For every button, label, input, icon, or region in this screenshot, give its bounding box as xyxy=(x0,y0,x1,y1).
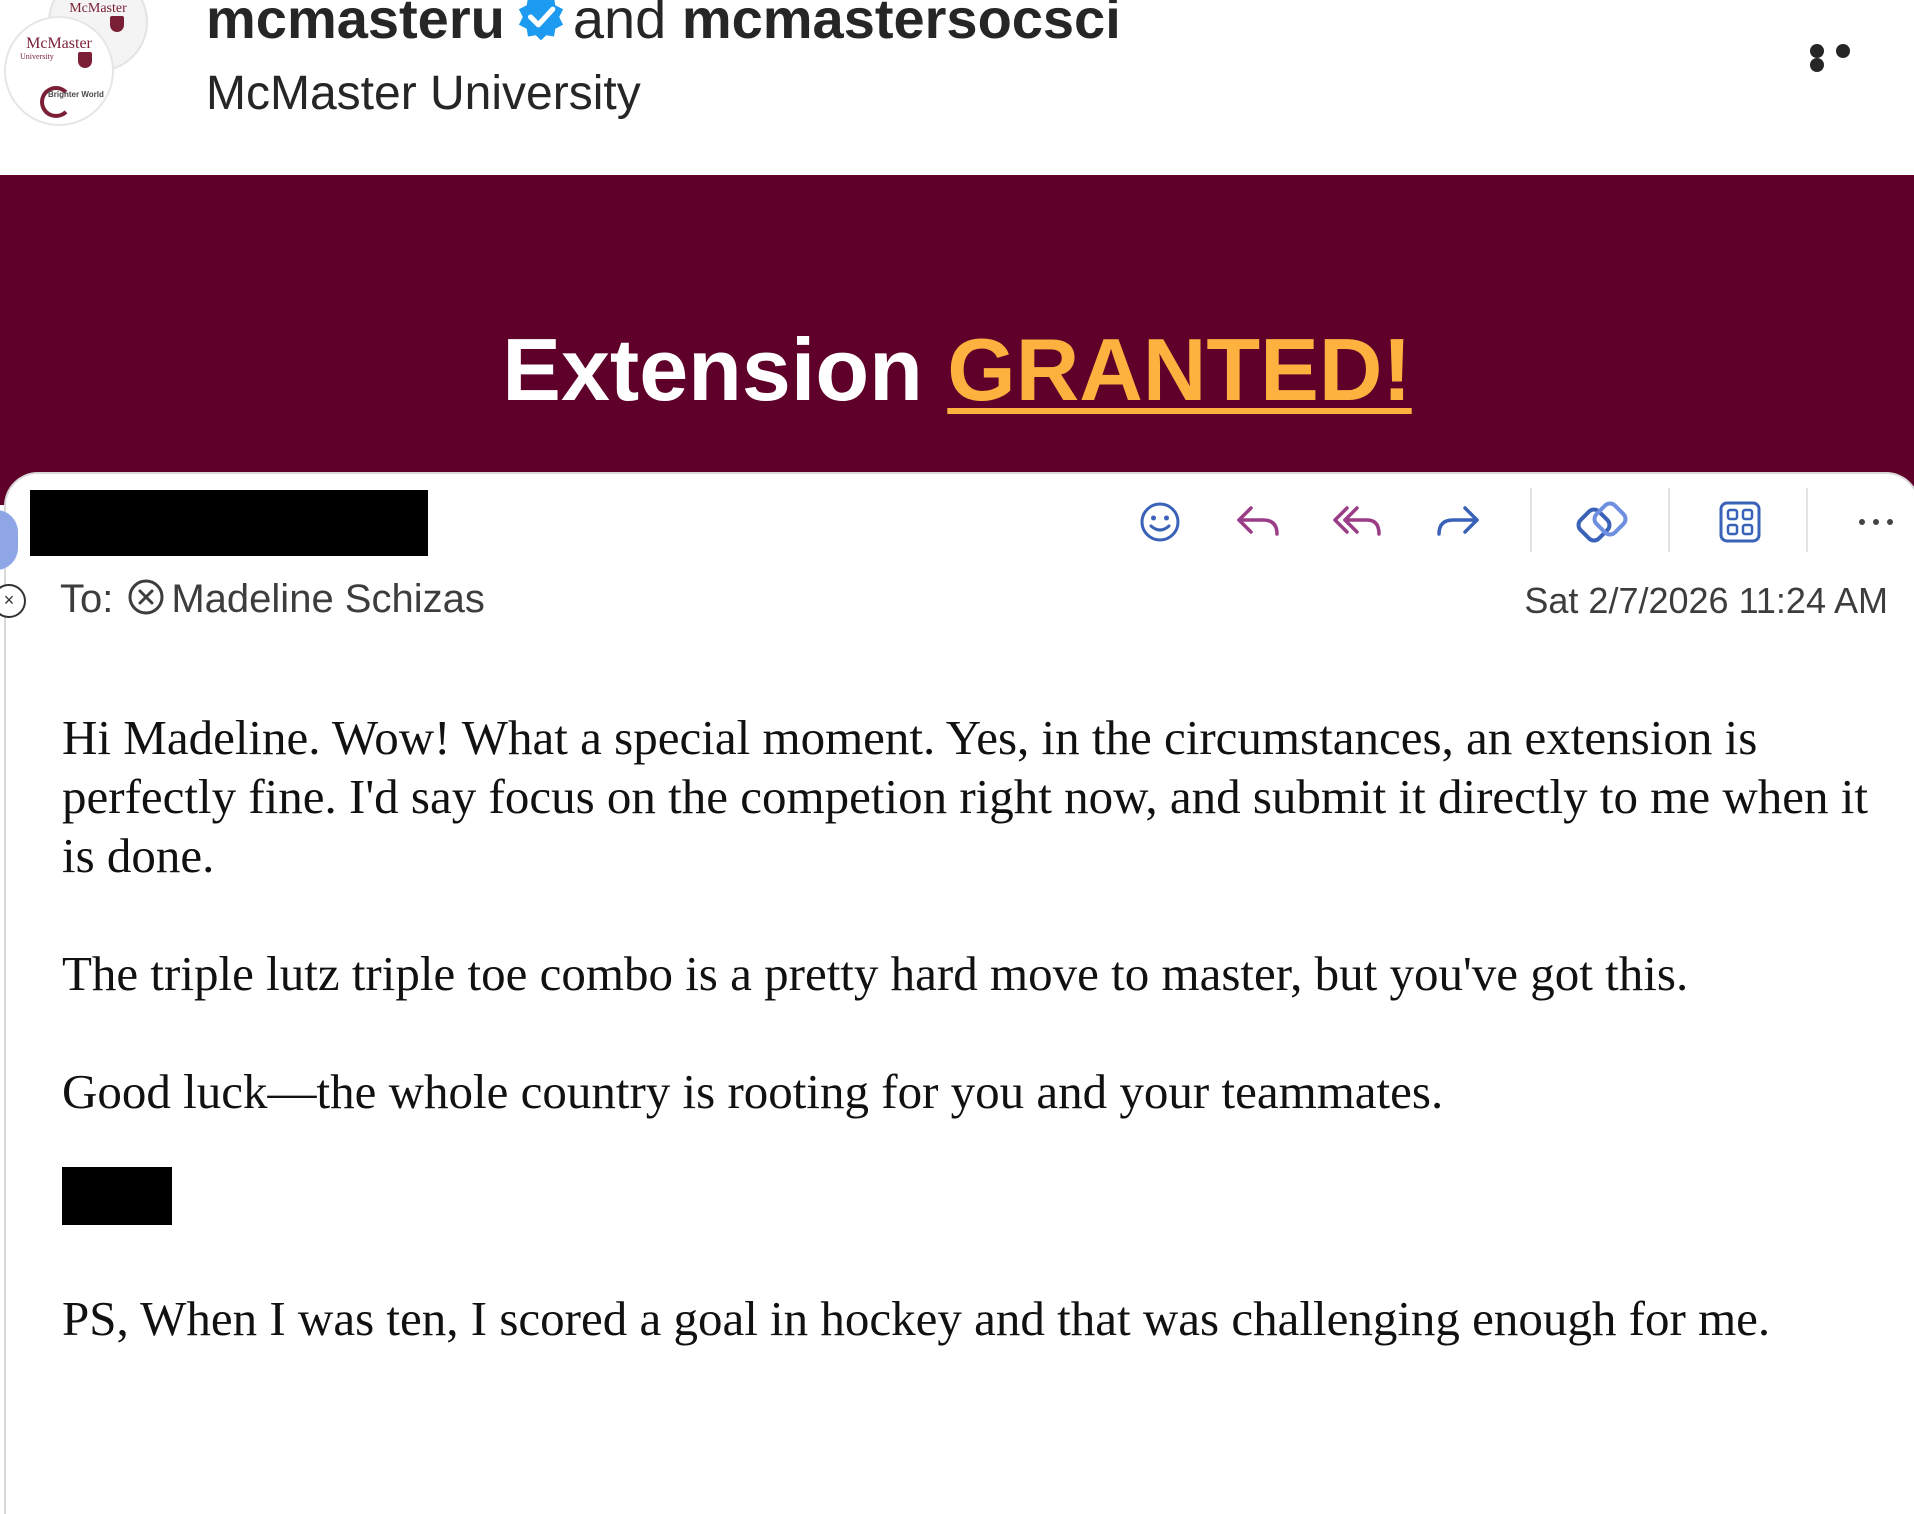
account-handle-secondary[interactable]: mcmastersocsci xyxy=(682,0,1121,50)
toolbar-divider xyxy=(1530,488,1532,552)
email-date: Sat 2/7/2026 11:24 AM xyxy=(1524,580,1888,621)
postscript: PS, When I was ten, I scored a goal in h… xyxy=(62,1291,1771,1346)
post-authors: mcmasteru and mcmastersocsci xyxy=(206,0,1121,54)
apps-grid-icon[interactable] xyxy=(1712,494,1768,550)
loop-icon[interactable] xyxy=(1574,494,1630,550)
recipient-name[interactable]: Madeline Schizas xyxy=(171,577,485,621)
redacted-signature xyxy=(62,1167,172,1225)
reply-all-icon[interactable] xyxy=(1330,494,1386,550)
body-paragraph: Hi Madeline. Wow! What a special moment.… xyxy=(62,710,1868,883)
redacted-sender xyxy=(30,490,428,556)
remove-recipient-icon[interactable] xyxy=(127,578,165,616)
email-toolbar xyxy=(1132,488,1912,558)
email-screenshot: × To: Madeline Schizas Sat 2/7/2026 11:24… xyxy=(0,472,1914,1514)
crest-icon xyxy=(78,52,92,68)
avatar-tagline: Brighter World xyxy=(48,90,104,99)
forward-icon[interactable] xyxy=(1430,494,1486,550)
emoji-icon[interactable] xyxy=(1132,494,1188,550)
email-body: Hi Madeline. Wow! What a special moment.… xyxy=(62,708,1882,1348)
headline-plain: Extension xyxy=(502,320,923,419)
post-image-banner: Extension GRANTED! xyxy=(0,175,1914,505)
account-handle-primary[interactable]: mcmasteru xyxy=(206,0,505,50)
to-label: To: xyxy=(60,577,114,621)
side-indicator xyxy=(0,510,18,570)
more-icon[interactable] xyxy=(1848,494,1904,550)
avatar-logo-text: McMaster xyxy=(26,35,92,52)
banner-headline: Extension GRANTED! xyxy=(0,320,1914,420)
reply-icon[interactable] xyxy=(1230,494,1286,550)
crest-icon xyxy=(110,16,124,32)
recipient-row: To: Madeline Schizas xyxy=(60,574,485,624)
avatar-logo-subtext: University xyxy=(20,52,54,61)
account-avatar[interactable]: McMaster University Brighter World xyxy=(4,16,114,126)
post-subtitle[interactable]: McMaster University xyxy=(206,64,641,124)
verified-badge-icon xyxy=(518,0,563,41)
avatar-logo-text: McMaster xyxy=(69,1,127,16)
post-header: McMaster McMaster University Brighter Wo… xyxy=(0,0,1914,175)
body-paragraph: The triple lutz triple toe combo is a pr… xyxy=(62,946,1689,1001)
toolbar-divider xyxy=(1806,488,1808,552)
authors-conjunction: and xyxy=(572,0,667,50)
headline-highlight: GRANTED! xyxy=(947,320,1412,419)
body-paragraph: Good luck—the whole country is rooting f… xyxy=(62,1064,1444,1119)
toolbar-divider xyxy=(1668,488,1670,552)
close-circle-icon: × xyxy=(0,584,26,618)
more-options-icon[interactable] xyxy=(1810,44,1884,72)
